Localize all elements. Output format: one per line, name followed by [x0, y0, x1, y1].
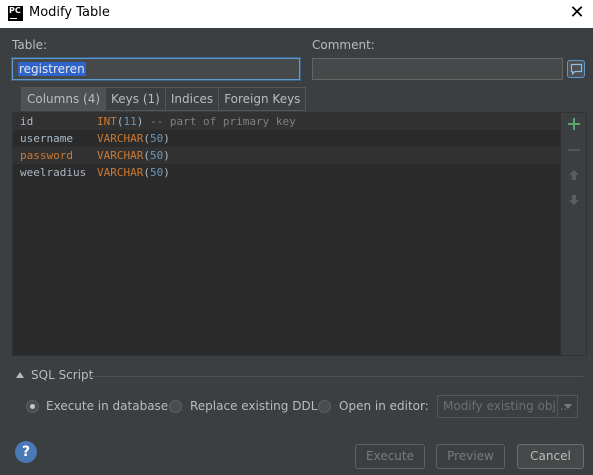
help-button[interactable]: ? — [15, 441, 37, 463]
execute-button[interactable]: Execute — [355, 444, 425, 469]
section-divider — [90, 376, 583, 377]
column-name: password — [20, 149, 73, 162]
move-up-button[interactable] — [565, 168, 583, 186]
comment-label: Comment: — [312, 38, 375, 52]
column-comment: -- part of primary key — [150, 115, 296, 128]
column-type: INT — [97, 115, 117, 128]
column-size: 50 — [149, 132, 164, 145]
window-title: Modify Table — [29, 5, 110, 20]
column-size: 50 — [149, 149, 164, 162]
execute-in-database-radio[interactable] — [26, 400, 39, 413]
execute-in-database-label[interactable]: Execute in database — [46, 399, 168, 413]
cancel-button[interactable]: Cancel — [517, 444, 584, 469]
tab-indices[interactable]: Indices — [165, 87, 220, 111]
columns-editor[interactable]: id INT(11) -- part of primary key usernam… — [12, 112, 587, 356]
table-label: Table: — [12, 38, 48, 52]
column-row[interactable]: password VARCHAR(50) — [13, 147, 561, 164]
plus-icon — [568, 118, 580, 130]
pycharm-app-icon: PC — [8, 6, 23, 21]
collapse-arrow-icon[interactable] — [16, 372, 24, 378]
minus-icon — [568, 149, 580, 151]
column-row[interactable]: id INT(11) -- part of primary key — [13, 113, 561, 130]
sql-script-title[interactable]: SQL Script — [31, 368, 93, 382]
comment-input[interactable] — [312, 58, 563, 80]
columns-list: id INT(11) -- part of primary key usernam… — [13, 113, 561, 355]
move-down-button[interactable] — [565, 193, 583, 211]
preview-button[interactable]: Preview — [436, 444, 505, 469]
remove-column-button[interactable] — [565, 143, 583, 161]
column-row[interactable]: weelradius VARCHAR(50) — [13, 164, 561, 181]
open-in-editor-label[interactable]: Open in editor: — [339, 399, 429, 413]
editor-mode-select[interactable]: Modify existing obj... — [437, 395, 578, 418]
arrow-down-icon — [569, 195, 579, 205]
column-name: id — [20, 115, 34, 128]
replace-existing-ddl-label[interactable]: Replace existing DDL — [190, 399, 317, 413]
add-column-button[interactable] — [565, 117, 583, 135]
table-name-input[interactable]: registreren — [12, 58, 300, 80]
column-type: VARCHAR — [97, 132, 144, 145]
title-bar: PC Modify Table ✕ — [0, 0, 593, 28]
column-type: VARCHAR — [97, 149, 144, 162]
table-name-value: registreren — [18, 62, 86, 76]
comment-expand-button[interactable] — [567, 60, 585, 78]
column-type: VARCHAR — [97, 166, 144, 179]
tab-columns[interactable]: Columns (4) — [21, 87, 107, 111]
speech-bubble-icon — [570, 63, 583, 76]
arrow-up-icon — [569, 170, 579, 180]
chevron-down-icon[interactable] — [557, 396, 577, 417]
replace-existing-ddl-radio[interactable] — [169, 400, 182, 413]
column-name: username — [20, 132, 73, 145]
open-in-editor-radio[interactable] — [318, 400, 331, 413]
tab-keys[interactable]: Keys (1) — [106, 87, 166, 111]
column-row[interactable]: username VARCHAR(50) — [13, 130, 561, 147]
column-name: weelradius — [20, 166, 87, 179]
editor-mode-value: Modify existing obj... — [443, 399, 568, 413]
tab-foreign-keys[interactable]: Foreign Keys — [219, 87, 307, 111]
column-size: 11 — [123, 115, 137, 128]
close-icon[interactable]: ✕ — [566, 2, 588, 24]
column-toolbar — [560, 113, 586, 355]
tab-bar: Columns (4) Keys (1) Indices Foreign Key… — [21, 87, 307, 111]
column-size: 50 — [149, 166, 164, 179]
